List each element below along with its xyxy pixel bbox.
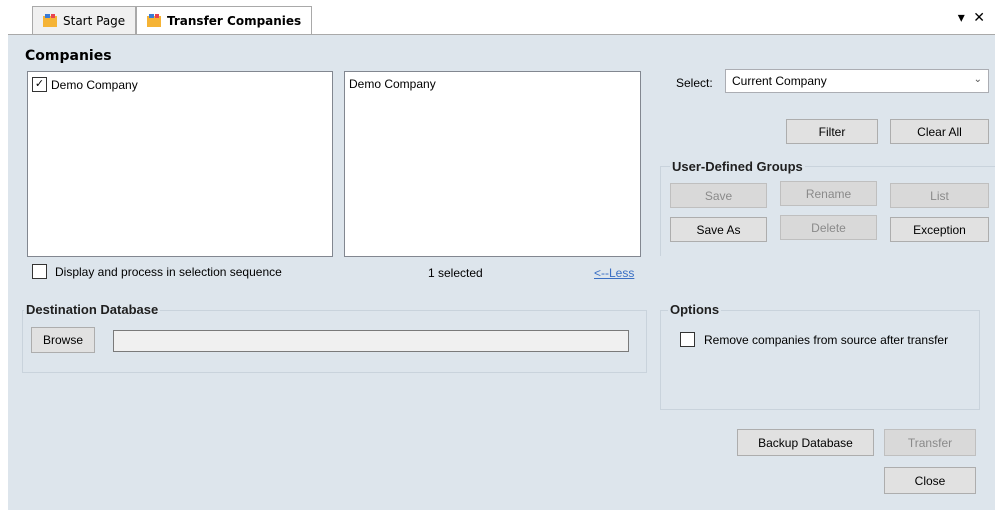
tab-controls: ▾ ✕: [958, 10, 985, 26]
companies-title: Companies: [25, 48, 112, 64]
less-link[interactable]: <--Less: [594, 266, 634, 280]
clear-all-button[interactable]: Clear All: [890, 119, 989, 144]
select-dropdown[interactable]: Current Company ⌄: [725, 69, 989, 93]
transfer-button[interactable]: Transfer: [884, 429, 976, 456]
delete-button[interactable]: Delete: [780, 215, 877, 240]
tab-transfer-companies[interactable]: Transfer Companies: [136, 6, 312, 34]
tab-start-page-label: Start Page: [63, 13, 126, 28]
remove-checkbox[interactable]: [680, 332, 695, 347]
selected-company-list[interactable]: Demo Company: [344, 71, 641, 257]
destination-title: Destination Database: [24, 302, 161, 317]
list-button[interactable]: List: [890, 183, 989, 208]
options-title: Options: [668, 302, 722, 317]
user-groups-group: [660, 166, 995, 256]
select-label: Select:: [676, 76, 713, 90]
sequence-option[interactable]: Display and process in selection sequenc…: [32, 264, 282, 279]
sequence-checkbox[interactable]: [32, 264, 47, 279]
tab-strip: Start Page Transfer Companies ▾ ✕: [0, 0, 995, 34]
close-icon[interactable]: ✕: [973, 10, 985, 26]
destination-path-field[interactable]: [113, 330, 629, 352]
chevron-down-icon[interactable]: ▾: [958, 10, 965, 26]
browse-button[interactable]: Browse: [31, 327, 95, 353]
page-icon: [43, 14, 57, 27]
options-group: [660, 310, 980, 410]
source-company-list[interactable]: ✓ Demo Company: [27, 71, 333, 257]
list-item[interactable]: ✓ Demo Company: [32, 77, 138, 92]
sequence-label: Display and process in selection sequenc…: [55, 264, 282, 279]
company-label: Demo Company: [51, 77, 138, 92]
select-value: Current Company: [732, 74, 827, 88]
remove-option[interactable]: Remove companies from source after trans…: [680, 332, 948, 347]
user-groups-title: User-Defined Groups: [670, 159, 805, 174]
backup-database-button[interactable]: Backup Database: [737, 429, 874, 456]
selected-count: 1 selected: [428, 266, 483, 280]
tab-transfer-companies-label: Transfer Companies: [167, 13, 302, 28]
remove-label: Remove companies from source after trans…: [704, 332, 949, 347]
save-button[interactable]: Save: [670, 183, 767, 208]
page-icon: [147, 14, 161, 27]
company-checkbox[interactable]: ✓: [32, 77, 47, 92]
filter-button[interactable]: Filter: [786, 119, 878, 144]
rename-button[interactable]: Rename: [780, 181, 877, 206]
exception-button[interactable]: Exception: [890, 217, 989, 242]
chevron-down-icon: ⌄: [973, 74, 982, 85]
transfer-companies-panel: Companies ✓ Demo Company Demo Company Di…: [8, 34, 995, 510]
close-button[interactable]: Close: [884, 467, 976, 494]
tab-start-page[interactable]: Start Page: [32, 6, 136, 34]
list-item[interactable]: Demo Company: [349, 77, 436, 91]
save-as-button[interactable]: Save As: [670, 217, 767, 242]
